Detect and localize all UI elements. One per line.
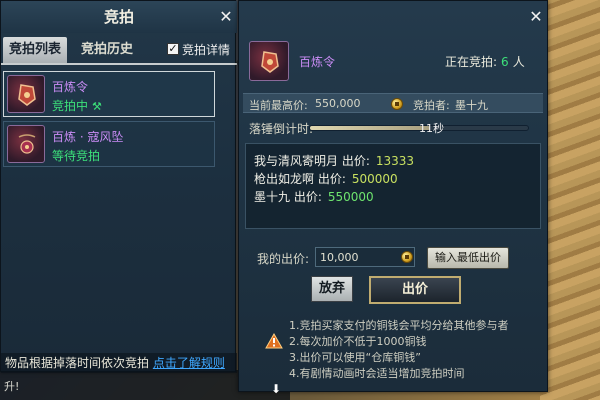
- auction-rules: 1.竞拍买家支付的铜钱会平均分给其他参与者 2.每次加价不低于1000铜钱 3.…: [239, 317, 549, 387]
- current-price-strip: 当前最高价: 550,000 竞拍者: 墨十九: [243, 93, 543, 113]
- bidding-unit: 人: [512, 55, 525, 69]
- my-bid-row: 我的出价: 输入最低出价: [245, 247, 541, 269]
- coin-icon: [401, 251, 413, 263]
- bidder-count: 正在竞拍: 6 人: [445, 53, 525, 70]
- countdown-value: 11秒: [419, 122, 444, 135]
- bid-log: 我与清风寄明月 出价: 13333 枪出如龙啊 出价: 500000 墨十九 出价:…: [245, 143, 541, 229]
- abandon-button[interactable]: 放弃: [311, 276, 353, 302]
- lot-item-koufengzhui[interactable]: 百炼 · 寇风坠 等待竞拍: [3, 121, 215, 167]
- countdown: 落锤倒计时: 11秒: [249, 120, 539, 136]
- bid-log-amount: 500000: [351, 172, 398, 186]
- bid-log-entry: 墨十九 出价: 550000: [254, 188, 374, 205]
- hammer-icon: ⚒: [92, 100, 102, 113]
- panel-title: 竞拍: [1, 1, 237, 33]
- lot-status: 等待竞拍: [52, 149, 101, 163]
- ground-texture: [540, 0, 600, 400]
- auction-detail-toggle[interactable]: ✓ 竞拍详情: [167, 40, 230, 58]
- pendant-item-icon: [7, 125, 45, 163]
- tab-auction-history[interactable]: 竞拍历史: [75, 37, 139, 63]
- current-high-value: 550,000: [315, 97, 361, 110]
- lot-status: 竞拍中 ⚒: [52, 97, 102, 114]
- rule-line: 1.竞拍买家支付的铜钱会平均分给其他参与者: [289, 319, 509, 332]
- my-bid-label: 我的出价:: [257, 252, 310, 266]
- detail-toggle-label: 竞拍详情: [182, 42, 231, 57]
- bid-log-entry: 枪出如龙啊 出价: 500000: [254, 170, 398, 187]
- lot-item-bailianling[interactable]: 百炼令 竞拍中 ⚒: [3, 71, 215, 117]
- auction-detail-panel: ✕ 百炼令 正在竞拍: 6 人 当前最高价: 550,000 竞拍者: 墨十九 落锤…: [238, 0, 548, 392]
- rule-line: 2.每次加价不低于1000铜钱: [289, 335, 427, 348]
- lot-name: 百炼令: [52, 80, 89, 94]
- coin-icon: [391, 98, 403, 110]
- close-icon[interactable]: ✕: [527, 8, 545, 26]
- countdown-fill: [310, 126, 430, 130]
- bid-log-entry: 我与清风寄明月 出价: 13333: [254, 152, 414, 169]
- warning-icon: [265, 333, 283, 349]
- bid-button[interactable]: 出价: [369, 276, 461, 304]
- bid-log-text: 我与清风寄明月 出价:: [254, 154, 370, 168]
- bid-log-text: 墨十九 出价:: [254, 190, 322, 204]
- rules-link[interactable]: 点击了解规则: [153, 356, 225, 370]
- bidding-label: 正在竞拍:: [445, 55, 498, 69]
- tab-divider: [1, 63, 237, 65]
- bidding-count: 6: [501, 55, 509, 69]
- close-icon[interactable]: ✕: [217, 8, 235, 26]
- bid-amount-input[interactable]: [315, 247, 415, 267]
- auction-list-panel: 竞拍 ✕ 竞拍列表 竞拍历史 ✓ 竞拍详情 百炼令 竞拍中 ⚒ 百炼 · 寇风坠 …: [0, 0, 237, 373]
- countdown-label: 落锤倒计时:: [249, 122, 314, 136]
- action-buttons: 放弃 出价: [239, 276, 549, 306]
- rule-line: 3.出价可以使用“仓库铜钱”: [289, 351, 421, 364]
- download-arrow-icon[interactable]: ⬇: [271, 382, 281, 396]
- tab-auction-list[interactable]: 竞拍列表: [3, 37, 68, 63]
- lot-status-text: 竞拍中: [52, 99, 89, 113]
- token-item-icon: [7, 75, 45, 113]
- token-item-icon: [249, 41, 289, 81]
- rules-footer: 物品根据掉落时间依次竞拍 点击了解规则: [1, 353, 237, 373]
- lot-list: 百炼令 竞拍中 ⚒ 百炼 · 寇风坠 等待竞拍: [1, 67, 237, 367]
- lot-name: 百炼 · 寇风坠: [52, 130, 124, 144]
- bidder-label: 竞拍者:: [413, 99, 450, 112]
- bid-log-amount: 13333: [375, 154, 415, 168]
- current-high-label: 当前最高价:: [249, 99, 308, 112]
- detail-checkbox[interactable]: ✓: [167, 43, 179, 55]
- chat-line: 升!: [4, 380, 20, 393]
- item-name: 百炼令: [299, 55, 336, 69]
- bidder-name: 墨十九: [455, 99, 488, 112]
- bid-log-text: 枪出如龙啊 出价:: [254, 172, 346, 186]
- bid-log-amount: 550000: [327, 190, 374, 204]
- footer-text: 物品根据掉落时间依次竞拍: [5, 356, 150, 370]
- rule-line: 4.有剧情动画时会适当增加竞拍时间: [289, 367, 465, 380]
- min-bid-button[interactable]: 输入最低出价: [427, 247, 509, 269]
